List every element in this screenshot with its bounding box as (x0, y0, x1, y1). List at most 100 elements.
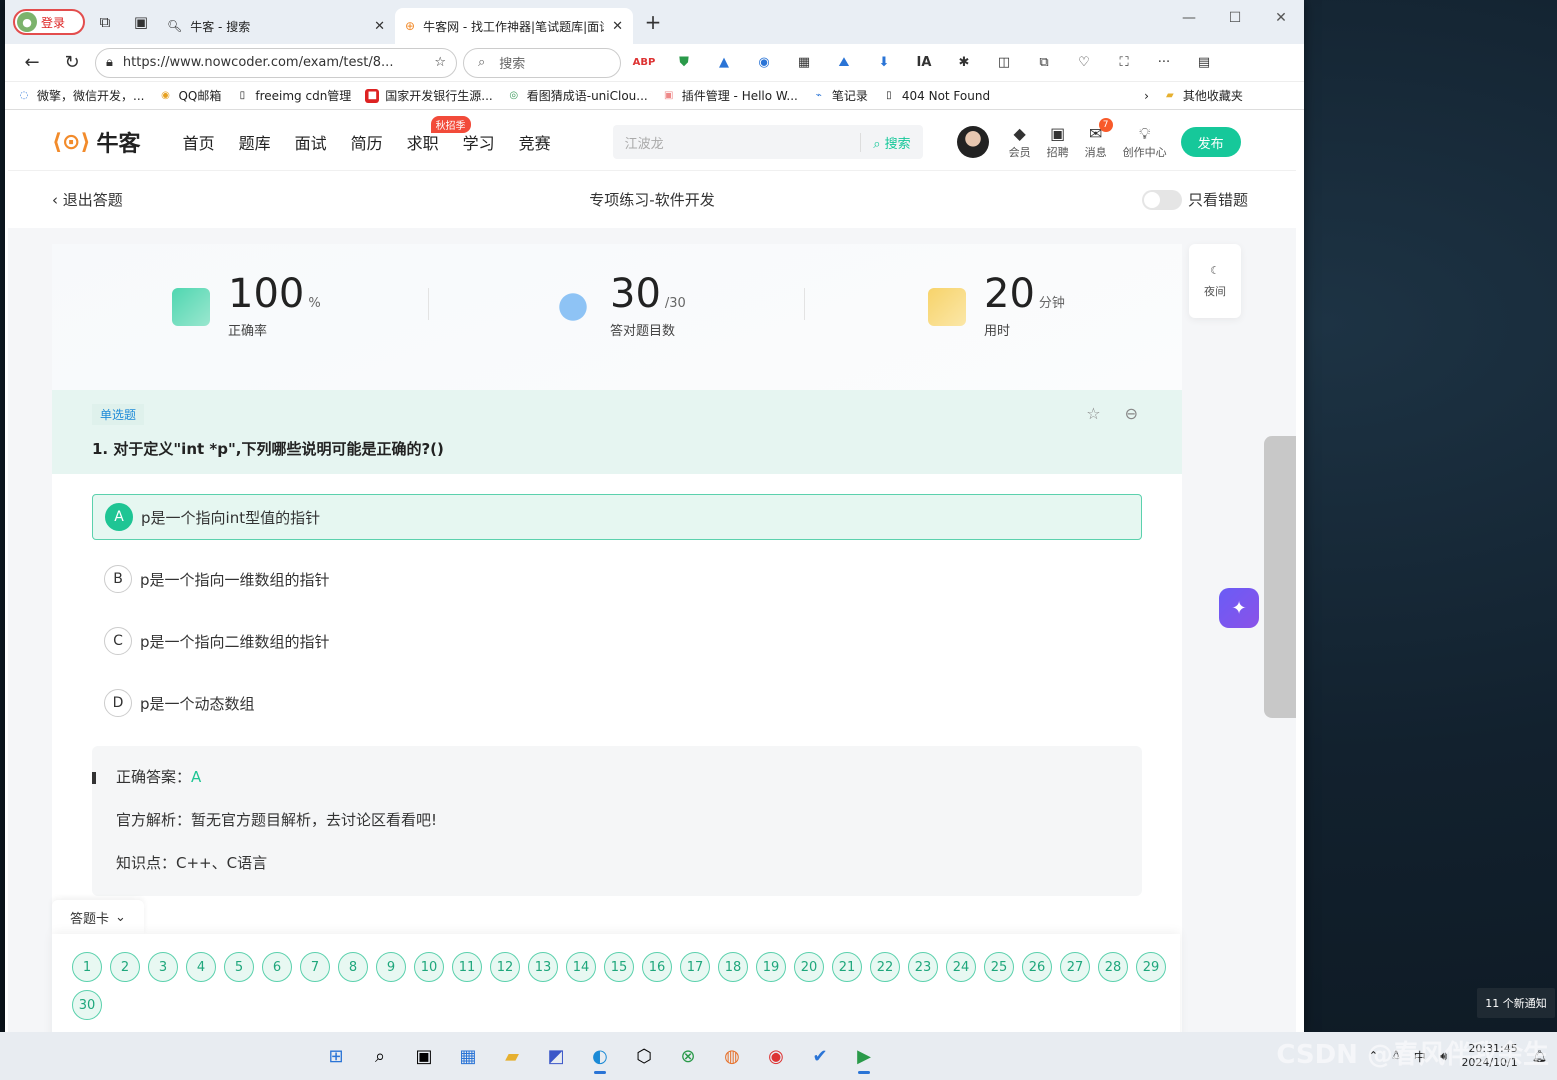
option-a[interactable]: Ap是一个指向int型值的指针 (92, 494, 1142, 540)
bookmark-item[interactable]: ◉ QQ邮箱 (158, 87, 221, 104)
unity-icon[interactable]: ⬡ (626, 1038, 662, 1074)
wrong-only-toggle[interactable] (1141, 189, 1182, 210)
vscode-icon[interactable]: ✔ (802, 1038, 838, 1074)
question-number-button[interactable]: 21 (832, 952, 862, 982)
ai-assistant-icon[interactable]: ✦ (1219, 588, 1259, 628)
other-bookmarks-folder[interactable]: ▰ 其他收藏夹 (1163, 87, 1243, 104)
question-number-button[interactable]: 7 (300, 952, 330, 982)
bookmark-item[interactable]: ▣ 插件管理 - Hello W... (662, 87, 798, 104)
tab-actions-icon[interactable]: ▣ (125, 6, 157, 38)
question-number-button[interactable]: 24 (946, 952, 976, 982)
question-number-button[interactable]: 6 (262, 952, 292, 982)
tab-nowcoder[interactable]: ⊕ 牛客网 - 找工作神器|笔试题库|面试 ✕ (395, 8, 633, 44)
windows-start-icon[interactable]: ⊞ (318, 1038, 354, 1074)
shield-extension-icon[interactable]: ⛊ (667, 48, 701, 78)
file-explorer-icon[interactable]: ▰ (494, 1038, 530, 1074)
question-number-button[interactable]: 15 (604, 952, 634, 982)
minimize-icon[interactable]: — (1166, 0, 1212, 36)
question-number-button[interactable]: 17 (680, 952, 710, 982)
screenshot-icon[interactable]: ⛶ (1107, 48, 1141, 78)
new-tab-icon[interactable]: + (637, 6, 669, 38)
nav-interview[interactable]: 面试 (295, 130, 327, 154)
question-number-button[interactable]: 18 (718, 952, 748, 982)
option-d[interactable]: Dp是一个动态数组 (92, 680, 1142, 726)
messages-button[interactable]: ✉ 消息 7 (1085, 118, 1113, 160)
nav-jobs[interactable]: 求职 (407, 130, 439, 154)
question-number-button[interactable]: 1 (72, 952, 102, 982)
question-number-button[interactable]: 14 (566, 952, 596, 982)
collections-icon[interactable]: ⧉ (1027, 48, 1061, 78)
question-number-button[interactable]: 20 (794, 952, 824, 982)
question-number-button[interactable]: 8 (338, 952, 368, 982)
extension-icon[interactable]: ▲ (707, 48, 741, 78)
user-avatar[interactable] (956, 126, 989, 158)
answer-card-toggle[interactable]: 答题卡 ⌄ (52, 900, 144, 934)
publish-button[interactable]: 发布 (1180, 127, 1241, 157)
download-icon[interactable]: ⬇ (867, 48, 901, 78)
more-menu-icon[interactable]: ··· (1147, 48, 1181, 78)
nav-home[interactable]: 首页 (183, 130, 215, 154)
profile-login-button[interactable]: ● 登录 (13, 9, 85, 35)
site-search-button[interactable]: ⌕ 搜索 (860, 132, 911, 152)
split-screen-icon[interactable]: ◫ (987, 48, 1021, 78)
question-number-button[interactable]: 23 (908, 952, 938, 982)
puzzle-extensions-icon[interactable]: ✱ (947, 48, 981, 78)
maximize-icon[interactable]: ☐ (1212, 0, 1258, 36)
question-number-button[interactable]: 30 (72, 990, 102, 1020)
minus-circle-icon[interactable]: ⊖ (1125, 404, 1138, 423)
nav-learn[interactable]: 学习 (463, 130, 495, 154)
nav-contest[interactable]: 竞赛 (519, 130, 551, 154)
question-number-button[interactable]: 28 (1098, 952, 1128, 982)
question-number-button[interactable]: 10 (414, 952, 444, 982)
option-b[interactable]: Bp是一个指向一维数组的指针 (92, 556, 1142, 602)
notification-toast[interactable]: 11 个新通知 (1477, 988, 1555, 1018)
meeting-extension-icon[interactable]: ◉ (747, 48, 781, 78)
tab-search[interactable]: 🔍︎ 牛客 - 搜索 ✕ (157, 8, 395, 44)
workspaces-icon[interactable]: ⧉ (89, 6, 121, 38)
nav-resume[interactable]: 简历 (351, 130, 383, 154)
task-view-icon[interactable]: ▣ (406, 1038, 442, 1074)
qr-code-icon[interactable]: ▦ (787, 48, 821, 78)
question-number-button[interactable]: 13 (528, 952, 558, 982)
question-number-button[interactable]: 19 (756, 952, 786, 982)
bookmark-item[interactable]: ▯ freeimg cdn管理 (235, 87, 352, 104)
close-icon[interactable]: ✕ (374, 19, 385, 34)
side-scroll-panel[interactable] (1264, 436, 1296, 718)
creator-center-button[interactable]: 💡︎ 创作中心 (1123, 124, 1167, 160)
question-number-button[interactable]: 4 (186, 952, 216, 982)
night-mode-button[interactable]: ☾ 夜间 (1189, 244, 1241, 318)
option-c[interactable]: Cp是一个指向二维数组的指针 (92, 618, 1142, 664)
ia-extension-icon[interactable]: IA (907, 48, 941, 78)
edge-browser-icon[interactable]: ◐ (582, 1038, 618, 1074)
question-number-button[interactable]: 29 (1136, 952, 1166, 982)
question-number-button[interactable]: 5 (224, 952, 254, 982)
xbox-icon[interactable]: ⊗ (670, 1038, 706, 1074)
question-number-button[interactable]: 9 (376, 952, 406, 982)
question-number-button[interactable]: 22 (870, 952, 900, 982)
member-button[interactable]: ◆ 会员 (1009, 124, 1031, 160)
question-number-button[interactable]: 25 (984, 952, 1014, 982)
question-number-button[interactable]: 16 (642, 952, 672, 982)
sidebar-toggle-icon[interactable]: ▤ (1187, 48, 1221, 78)
firefox-icon[interactable]: ◍ (714, 1038, 750, 1074)
bookmark-item[interactable]: ⌁ 笔记录 (812, 87, 868, 104)
bookmark-item[interactable]: ◎ 看图猜成语-uniClou... (507, 87, 647, 104)
ide-icon[interactable]: ◩ (538, 1038, 574, 1074)
bookmark-item[interactable]: ◌ 微擎，微信开发，... (17, 87, 145, 104)
question-number-button[interactable]: 27 (1060, 952, 1090, 982)
heart-icon[interactable]: ♡ (1067, 48, 1101, 78)
bookmark-item[interactable]: ▯ 404 Not Found (882, 89, 990, 103)
nowcoder-logo[interactable]: ⟨⊙⟩ 牛客 (52, 126, 141, 158)
question-number-button[interactable]: 3 (148, 952, 178, 982)
adblock-icon[interactable]: ABP (627, 48, 661, 78)
site-search-input[interactable]: 江波龙 ⌕ 搜索 (612, 125, 923, 159)
bookmarks-overflow-chevron-icon[interactable]: › (1144, 89, 1149, 103)
recruit-button[interactable]: ▣ 招聘 (1047, 124, 1069, 160)
back-arrow-icon[interactable]: ← (15, 48, 49, 78)
media-player-icon[interactable]: ▶ (846, 1038, 882, 1074)
url-field[interactable]: 🔒︎ https://www.nowcoder.com/exam/test/8..… (95, 47, 457, 78)
mountain-extension-icon[interactable]: ⛰ (827, 48, 861, 78)
favorite-star-icon[interactable]: ☆ (434, 55, 446, 70)
close-icon[interactable]: ✕ (612, 19, 623, 34)
browser-search-field[interactable]: ⌕ 搜索 (463, 47, 621, 78)
